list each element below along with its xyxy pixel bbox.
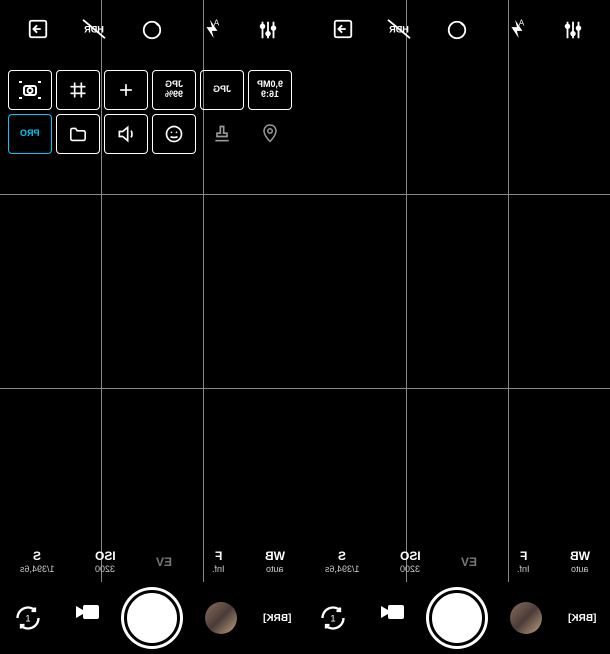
value: auto [571, 564, 589, 575]
shutter-button[interactable] [429, 590, 485, 646]
svg-text:A: A [214, 18, 220, 27]
value: 1/394,6s [20, 564, 55, 575]
ev[interactable]: EV [156, 555, 172, 569]
iso[interactable]: ISO 3200 [400, 549, 421, 574]
value: 3200 [400, 564, 420, 575]
jpg-value: 99% [165, 90, 183, 100]
folder-button[interactable] [56, 114, 100, 154]
white-balance[interactable]: WB auto [265, 549, 285, 574]
brk-label: [BRK] [263, 613, 291, 624]
bottom-toolbar: 1 [BRK] [305, 582, 610, 654]
grid-line [0, 388, 305, 389]
exposure-bar: S 1/394,6s ISO 3200 EV F Inf. WB auto [305, 542, 610, 582]
label: F [520, 549, 527, 563]
bracket-mode[interactable]: [BRK] [566, 602, 598, 634]
video-mode-icon[interactable] [68, 602, 100, 634]
ratio-label: 16:9 [261, 90, 279, 100]
flash-icon[interactable]: A [503, 18, 527, 42]
pro-mode-button[interactable]: PRO [8, 114, 52, 154]
top-toolbar: HDR A [305, 0, 610, 60]
flash-icon[interactable]: A [198, 18, 222, 42]
value: 3200 [95, 564, 115, 575]
grid-line [0, 194, 305, 195]
left-camera-panel: HDR A JPG 99% JPG 9,0MP 16:9 [0, 0, 305, 654]
iso[interactable]: ISO 3200 [95, 549, 116, 574]
svg-text:1: 1 [25, 614, 30, 624]
shutter-speed[interactable]: S 1/394,6s [20, 549, 55, 574]
white-balance[interactable]: WB auto [570, 549, 590, 574]
svg-text:1: 1 [330, 614, 335, 624]
shutter-speed[interactable]: S 1/394,6s [325, 549, 360, 574]
hdr-icon[interactable]: HDR [83, 18, 107, 42]
value: Inf. [212, 564, 225, 575]
value: Inf. [517, 564, 530, 575]
grid-line [508, 0, 509, 582]
hash-button[interactable] [56, 70, 100, 110]
ev[interactable]: EV [461, 555, 477, 569]
label: EV [156, 555, 172, 569]
label: S [338, 549, 346, 563]
plus-button[interactable] [104, 70, 148, 110]
jpg-label: JPG [213, 85, 231, 95]
top-toolbar: HDR A [0, 0, 305, 60]
hdr-icon[interactable]: HDR [388, 18, 412, 42]
grid-line [305, 388, 610, 389]
export-icon[interactable] [330, 18, 354, 42]
label: WB [570, 549, 590, 563]
export-icon[interactable] [25, 18, 49, 42]
switch-camera-icon[interactable]: 1 [317, 602, 349, 634]
face-button[interactable] [152, 114, 196, 154]
label: S [33, 549, 41, 563]
timer-icon[interactable] [140, 18, 164, 42]
stamp-button[interactable] [200, 114, 244, 154]
video-mode-icon[interactable] [373, 602, 405, 634]
settings-icon[interactable] [561, 18, 585, 42]
grid-line [406, 0, 407, 582]
sound-button[interactable] [104, 114, 148, 154]
bracket-mode[interactable]: [BRK] [261, 602, 293, 634]
jpg-format-button[interactable]: JPG [200, 70, 244, 110]
label: EV [461, 555, 477, 569]
exposure-bar: S 1/394,6s ISO 3200 EV F Inf. WB auto [0, 542, 305, 582]
camera-bracket-button[interactable] [8, 70, 52, 110]
focus[interactable]: F Inf. [212, 549, 225, 574]
gallery-thumbnail[interactable] [205, 602, 237, 634]
brk-label: [BRK] [568, 613, 596, 624]
gallery-thumbnail[interactable] [510, 602, 542, 634]
bottom-toolbar: 1 [BRK] [0, 582, 305, 654]
svg-text:A: A [519, 18, 525, 27]
switch-camera-icon[interactable]: 1 [12, 602, 44, 634]
timer-icon[interactable] [445, 18, 469, 42]
settings-grid: JPG 99% JPG 9,0MP 16:9 PRO [8, 70, 292, 154]
grid-line [305, 194, 610, 195]
value: 1/394,6s [325, 564, 360, 575]
label: WB [265, 549, 285, 563]
label: ISO [400, 549, 421, 563]
focus[interactable]: F Inf. [517, 549, 530, 574]
shutter-button[interactable] [124, 590, 180, 646]
settings-icon[interactable] [256, 18, 280, 42]
jpg-quality-button[interactable]: JPG 99% [152, 70, 196, 110]
location-button[interactable] [248, 114, 292, 154]
value: auto [266, 564, 284, 575]
right-camera-panel: HDR A S 1/394,6s ISO 3200 EV F Inf. WB [305, 0, 610, 654]
label: ISO [95, 549, 116, 563]
pro-label: PRO [20, 129, 40, 139]
label: F [215, 549, 222, 563]
resolution-button[interactable]: 9,0MP 16:9 [248, 70, 292, 110]
